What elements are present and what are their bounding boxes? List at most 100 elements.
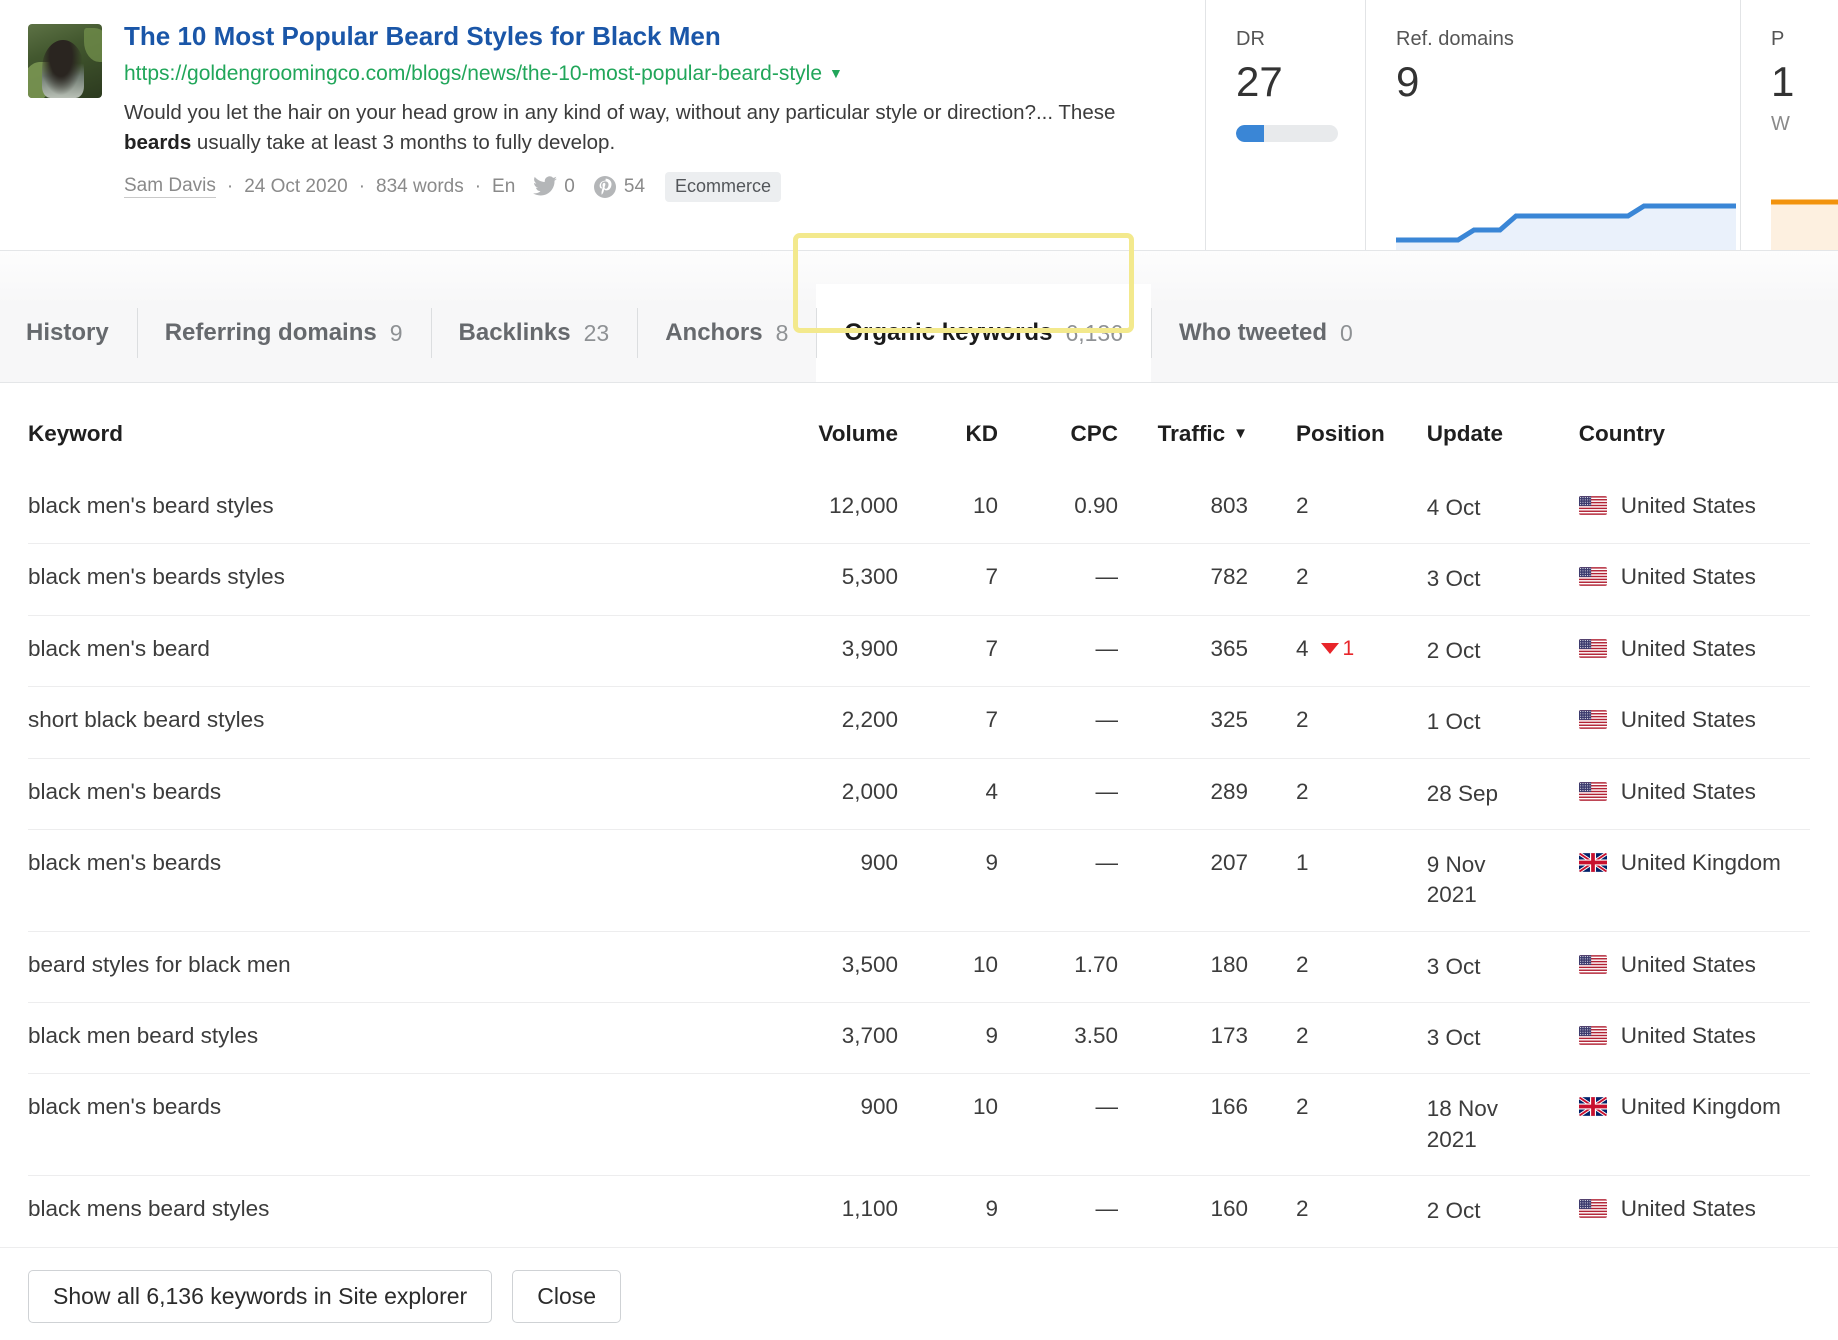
twitter-icon <box>533 176 558 197</box>
table-row[interactable]: black men beard styles 3,700 9 3.50 173 2 3 Oc… <box>28 1001 1810 1074</box>
table-row[interactable]: black mens beard styles 1,100 9 — 160 2 2 Oct U… <box>28 1175 1810 1247</box>
volume-value: 3,700 <box>841 1023 898 1048</box>
cell-keyword[interactable]: black men's beards <box>28 1073 748 1176</box>
cell-volume: 900 <box>748 828 898 932</box>
kd-value: 7 <box>985 707 998 733</box>
cell-traffic: 803 <box>1118 473 1248 544</box>
cell-keyword[interactable]: black men's beard <box>28 614 748 687</box>
position-value: 2 <box>1296 707 1309 733</box>
cell-keyword[interactable]: black mens beard styles <box>28 1175 748 1247</box>
volume-value: 2,200 <box>841 707 898 733</box>
tab-who-tweeted[interactable]: Who tweeted 0 <box>1151 284 1381 382</box>
cell-volume: 3,500 <box>748 930 898 1003</box>
column-header-kd[interactable]: KD <box>898 383 999 473</box>
show-all-keywords-button[interactable]: Show all 6,136 keywords in Site explorer <box>28 1269 493 1323</box>
metric-page-keywords-label: P <box>1771 28 1785 50</box>
table-row[interactable]: black men's beard 3,900 7—365 4 1 2 Oct United… <box>28 614 1810 687</box>
cell-volume: 1,100 <box>748 1175 898 1247</box>
table-row[interactable]: black men's beards 2,000 4 — 289 2 28 Sep Unite… <box>28 757 1810 830</box>
cell-kd: 9 <box>898 1175 998 1247</box>
position-wrap: 1 <box>1296 850 1309 876</box>
result-tag: Ecommerce <box>665 171 782 202</box>
cell-kd: 9 <box>898 1001 998 1074</box>
traffic-value: 173 <box>1210 1023 1248 1048</box>
cell-traffic: 207 <box>1118 828 1248 932</box>
cell-keyword[interactable]: beard styles for black men <box>28 930 748 1003</box>
country-name: United States <box>1620 951 1756 977</box>
cpc-value: — <box>1095 1196 1119 1222</box>
close-button[interactable]: Close <box>512 1269 622 1323</box>
table-row[interactable]: short black beard styles 2,200 7 — 325 2 1 Oct… <box>28 686 1810 758</box>
metric-page-keywords-value: 1 <box>1771 58 1795 105</box>
table-row[interactable]: black men's beards 900 10 — 166 2 18 Nov 2021 U… <box>28 1073 1810 1176</box>
position-value: 2 <box>1296 1094 1309 1120</box>
traffic-value: 803 <box>1210 493 1248 518</box>
column-header-volume[interactable]: Volume <box>748 383 898 473</box>
column-header-cpc[interactable]: CPC <box>998 383 1118 473</box>
tab-referring-domains[interactable]: Referring domains 9 <box>136 284 431 382</box>
cell-cpc: — <box>998 543 1118 616</box>
cell-keyword[interactable]: black men's beard styles <box>28 473 748 544</box>
flag-us-icon <box>1578 710 1607 729</box>
cell-update: 28 Sep <box>1384 757 1535 830</box>
cell-keyword[interactable]: black men's beards styles <box>28 543 748 616</box>
tab-organic-keywords[interactable]: Organic keywords 6,136 <box>816 284 1151 382</box>
column-header-traffic[interactable]: Traffic ▼ <box>1118 383 1248 473</box>
cell-cpc: 1.70 <box>998 930 1118 1003</box>
country-name: United States <box>1620 778 1756 804</box>
kd-value: 4 <box>985 778 998 804</box>
cell-update: 18 Nov 2021 <box>1384 1073 1535 1176</box>
cell-keyword[interactable]: black men's beards <box>28 828 748 932</box>
cell-kd: 9 <box>898 828 998 932</box>
kd-value: 9 <box>985 1023 998 1048</box>
keyword-text: black men beard styles <box>28 1023 259 1048</box>
meta-separator-1: · <box>226 175 234 197</box>
table-row[interactable]: black men's beard styles 12,000 10 0.90 803 2… <box>28 473 1810 544</box>
result-title-link[interactable]: The 10 Most Popular Beard Styles for Bla… <box>124 21 1177 52</box>
table-row[interactable]: black men's beards styles 5,300 7 — 782 2 3 Oc… <box>28 543 1810 616</box>
metric-dr-value: 27 <box>1236 58 1283 105</box>
tab-history[interactable]: History <box>26 284 137 382</box>
column-header-label: Position <box>1296 421 1385 446</box>
cell-kd: 10 <box>898 473 998 544</box>
table-header-row: Keyword Volume KD CPC Traffic ▼ Position Update… <box>28 383 1810 473</box>
column-header-country[interactable]: Country <box>1535 383 1810 473</box>
snippet-part-2: usually take at least 3 months to fully … <box>191 130 616 154</box>
cell-keyword[interactable]: black men beard styles <box>28 1001 748 1074</box>
tab-list: History Referring domains 9 Backlinks 23 Anch… <box>0 284 1381 382</box>
position-value: 2 <box>1296 1196 1309 1222</box>
cpc-value: — <box>1095 1094 1119 1120</box>
cell-country: United States <box>1534 1175 1810 1247</box>
update-date: 3 Oct <box>1426 953 1481 979</box>
cell-keyword[interactable]: short black beard styles <box>28 686 748 758</box>
metric-dr-progressbar <box>1236 125 1338 142</box>
country-name: United States <box>1620 564 1756 590</box>
meta-separator-2: · <box>358 175 366 197</box>
column-header-update[interactable]: Update <box>1385 383 1535 473</box>
sort-descending-icon[interactable]: ▼ <box>1233 425 1248 442</box>
cell-cpc: — <box>998 1073 1119 1176</box>
tab-anchors[interactable]: Anchors 8 <box>637 284 816 382</box>
traffic-value: 166 <box>1210 1094 1248 1120</box>
result-url[interactable]: https://goldengroomingco.com/blogs/news/… <box>124 62 822 85</box>
cpc-value: — <box>1095 707 1119 733</box>
table-row[interactable]: beard styles for black men 3,500 10 1.70 180… <box>28 930 1810 1003</box>
cpc-value: — <box>1095 635 1119 661</box>
column-header-keyword[interactable]: Keyword <box>28 383 748 473</box>
result-word-count: 834 words <box>376 175 464 197</box>
flag-uk-icon <box>1578 852 1607 872</box>
country-name: United States <box>1620 1196 1756 1222</box>
position-value: 2 <box>1296 1023 1309 1048</box>
keyword-text: short black beard styles <box>28 707 265 733</box>
cell-country: United States <box>1534 930 1810 1003</box>
table-row[interactable]: black men's beards 900 9 — 207 1 9 Nov 2021 Uni… <box>28 828 1810 932</box>
cell-keyword[interactable]: black men's beards <box>28 757 748 830</box>
tab-label: Backlinks <box>458 319 571 346</box>
metric-dr-label: DR <box>1236 28 1265 50</box>
column-header-position[interactable]: Position <box>1248 383 1385 473</box>
result-author[interactable]: Sam Davis <box>124 175 216 199</box>
tab-backlinks[interactable]: Backlinks 23 <box>430 284 638 382</box>
triangle-down-icon <box>1320 643 1339 655</box>
keyword-text: black men's beard <box>28 635 210 661</box>
url-chevron-down-icon[interactable]: ▼ <box>829 65 843 82</box>
